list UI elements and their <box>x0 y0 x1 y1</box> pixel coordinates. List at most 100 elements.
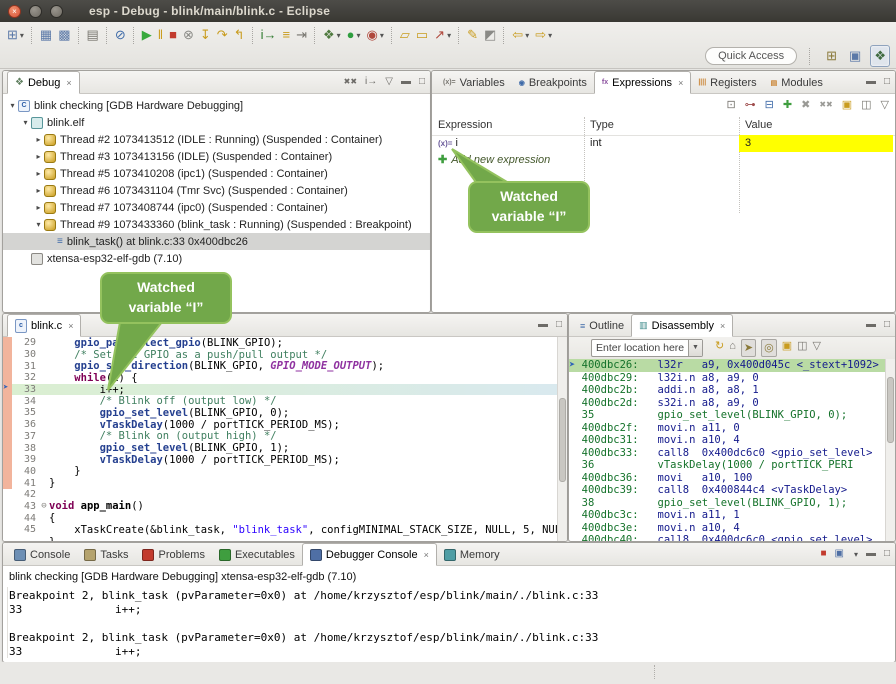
location-input[interactable]: Enter location here <box>592 342 688 354</box>
step-return-icon[interactable]: ↰ <box>231 25 248 45</box>
tree-expander-icon[interactable]: ▾ <box>33 220 44 229</box>
resume-icon[interactable]: ▶ <box>139 25 155 45</box>
close-icon[interactable]: × <box>720 321 725 331</box>
disassembly-line[interactable]: 400dbc40: call8 0x400dc6c0 <gpio_set_lev… <box>569 534 885 541</box>
window-minimize-icon[interactable] <box>29 5 42 18</box>
pin-view-icon[interactable]: ◫ <box>797 339 807 357</box>
tree-row[interactable]: ▸Thread #3 1073413156 (IDLE) (Suspended … <box>3 148 430 165</box>
skip-all-breakpoints-icon[interactable]: ⊘ <box>112 25 129 45</box>
quick-access-button[interactable]: Quick Access <box>705 47 797 65</box>
annotate-icon[interactable]: ↗▾ <box>431 25 454 45</box>
maximize-icon[interactable]: □ <box>884 547 890 561</box>
run-icon[interactable]: ●▾ <box>344 25 364 45</box>
forward-icon[interactable]: ⇨▾ <box>532 25 555 45</box>
maximize-icon[interactable]: □ <box>884 318 890 332</box>
new-disassembly-view-icon[interactable]: ▣ <box>782 339 792 357</box>
minimize-icon[interactable]: ▬ <box>538 318 548 332</box>
display-selected-console-icon[interactable]: ▣ <box>834 547 843 561</box>
column-expression[interactable]: Expression <box>432 117 584 135</box>
code-line[interactable]: 32 while(1) { <box>3 372 567 384</box>
tree-expander-icon[interactable]: ▸ <box>33 135 44 144</box>
tree-row[interactable]: ▸Thread #5 1073410208 (ipc1) (Suspended … <box>3 165 430 182</box>
instruction-stepping-mode-icon[interactable]: i→ <box>365 75 377 89</box>
suspend-icon[interactable]: ‖ <box>155 25 166 45</box>
home-icon[interactable]: ⌂ <box>729 339 736 357</box>
line-number[interactable]: 37 <box>12 431 39 442</box>
terminate-icon[interactable]: ■ <box>166 25 180 45</box>
line-number[interactable]: 31 <box>12 361 39 372</box>
dropdown-arrow-icon[interactable]: ▾ <box>854 550 858 559</box>
line-number[interactable]: 36 <box>12 419 39 430</box>
tree-expander-icon[interactable]: ▸ <box>33 152 44 161</box>
column-value[interactable]: Value <box>739 117 893 135</box>
line-number[interactable]: 32 <box>12 372 39 383</box>
dropdown-arrow-icon[interactable]: ▾ <box>337 31 341 40</box>
pin-view-icon[interactable]: ◫ <box>861 98 871 112</box>
tab-memory[interactable]: Memory <box>437 544 507 565</box>
tree-row[interactable]: ▸Thread #2 1073413512 (IDLE : Running) (… <box>3 131 430 148</box>
tab-outline[interactable]: ≡ Outline <box>573 315 631 336</box>
tree-row[interactable]: ▾Thread #9 1073433360 (blink_task : Runn… <box>3 216 430 233</box>
tree-row[interactable]: ▸Thread #6 1073431104 (Tmr Svc) (Suspend… <box>3 182 430 199</box>
next-annotation-icon[interactable]: ◩ <box>481 25 499 45</box>
show-source-icon[interactable]: ◎ <box>761 339 777 357</box>
dropdown-arrow-icon[interactable]: ▾ <box>447 31 451 40</box>
show-type-names-icon[interactable]: ⊡ <box>726 98 735 112</box>
tab-disassembly[interactable]: ▥ Disassembly × <box>631 314 733 337</box>
tree-row[interactable]: ≡blink_task() at blink.c:33 0x400dbc26 <box>3 233 430 250</box>
line-number[interactable]: 41 <box>12 478 39 489</box>
minimize-icon[interactable]: ▬ <box>866 318 876 332</box>
disassembly-line[interactable]: 400dbc3c: movi.n a11, 1 <box>569 509 885 522</box>
dropdown-arrow-icon[interactable]: ▾ <box>548 31 552 40</box>
dropdown-arrow-icon[interactable]: ▾ <box>525 31 529 40</box>
dropdown-arrow-icon[interactable]: ▾ <box>357 31 361 40</box>
tree-row[interactable]: ▾Cblink checking [GDB Hardware Debugging… <box>3 97 430 114</box>
scrollbar-thumb[interactable] <box>887 377 894 443</box>
tab-tasks[interactable]: Tasks <box>77 544 135 565</box>
open-element-icon[interactable]: ▱ <box>397 25 413 45</box>
code-line[interactable]: 36 vTaskDelay(1000 / portTICK_PERIOD_MS)… <box>3 419 567 431</box>
line-number[interactable]: 33 <box>12 384 39 395</box>
collapse-all-icon[interactable]: ⊟ <box>765 98 774 112</box>
window-close-icon[interactable]: × <box>8 5 21 18</box>
line-number[interactable]: 40 <box>12 466 39 477</box>
disassembly-lines[interactable]: ➤ 400dbc26: l32r a9, 0x400d045c <_stext+… <box>569 359 885 541</box>
tree-expander-icon[interactable]: ▸ <box>33 169 44 178</box>
disassembly-scrollbar[interactable] <box>885 359 895 541</box>
disassembly-line[interactable]: 400dbc2d: s32i.n a8, a9, 0 <box>569 397 885 410</box>
close-icon[interactable]: × <box>424 550 429 560</box>
remove-expression-icon[interactable]: ✖ <box>801 98 810 112</box>
tab-variables[interactable]: (x)=Variables <box>436 72 512 93</box>
close-icon[interactable]: × <box>66 78 71 88</box>
sync-with-stack-frame-icon[interactable]: ➤ <box>741 339 756 357</box>
minimize-icon[interactable]: ▬ <box>866 75 876 89</box>
disassembly-line[interactable]: 38 gpio_set_level(BLINK_GPIO, 1); <box>569 497 885 510</box>
code-line[interactable]: } <box>3 536 567 541</box>
save-all-icon[interactable]: ▩ <box>55 25 73 45</box>
code-line[interactable]: 44{ <box>3 512 567 524</box>
tab-debug[interactable]: ❖ Debug × <box>7 71 80 94</box>
disassembly-line[interactable]: 400dbc36: movi a10, 100 <box>569 472 885 485</box>
disassembly-line[interactable]: 35 gpio_set_level(BLINK_GPIO, 0); <box>569 409 885 422</box>
new-wizard-icon[interactable]: ⊞▾ <box>4 25 27 45</box>
line-number[interactable]: 44 <box>12 513 39 524</box>
tree-row[interactable]: ▾blink.elf <box>3 114 430 131</box>
disassembly-line[interactable]: ➤ 400dbc26: l32r a9, 0x400d045c <_stext+… <box>569 359 885 372</box>
tab-modules[interactable]: ▤Modules <box>764 72 830 93</box>
code-line[interactable]: 30 /* Set the GPIO as a push/pull output… <box>3 349 567 361</box>
tab-breakpoints[interactable]: ◉Breakpoints <box>512 72 594 93</box>
maximize-icon[interactable]: □ <box>556 318 562 332</box>
tree-expander-icon[interactable]: ▾ <box>7 101 18 110</box>
tab-blink-c[interactable]: c blink.c × <box>7 314 81 337</box>
remove-all-terminated-icon[interactable]: ✖✖ <box>344 75 357 89</box>
tree-row[interactable]: ▸Thread #7 1073408744 (ipc0) (Suspended … <box>3 199 430 216</box>
instruction-stepping-icon[interactable]: i→ <box>258 25 280 45</box>
tree-expander-icon[interactable]: ▸ <box>33 203 44 212</box>
minimize-icon[interactable]: ▬ <box>401 75 411 89</box>
location-combo[interactable]: Enter location here ▼ <box>591 339 703 357</box>
code-line[interactable]: 35 gpio_set_level(BLINK_GPIO, 0); <box>3 407 567 419</box>
scrollbar-thumb[interactable] <box>559 398 566 482</box>
use-step-filters-icon[interactable]: ⇥ <box>293 25 310 45</box>
code-line[interactable]: 41} <box>3 477 567 489</box>
disassembly-line[interactable]: 400dbc29: l32i.n a8, a9, 0 <box>569 372 885 385</box>
